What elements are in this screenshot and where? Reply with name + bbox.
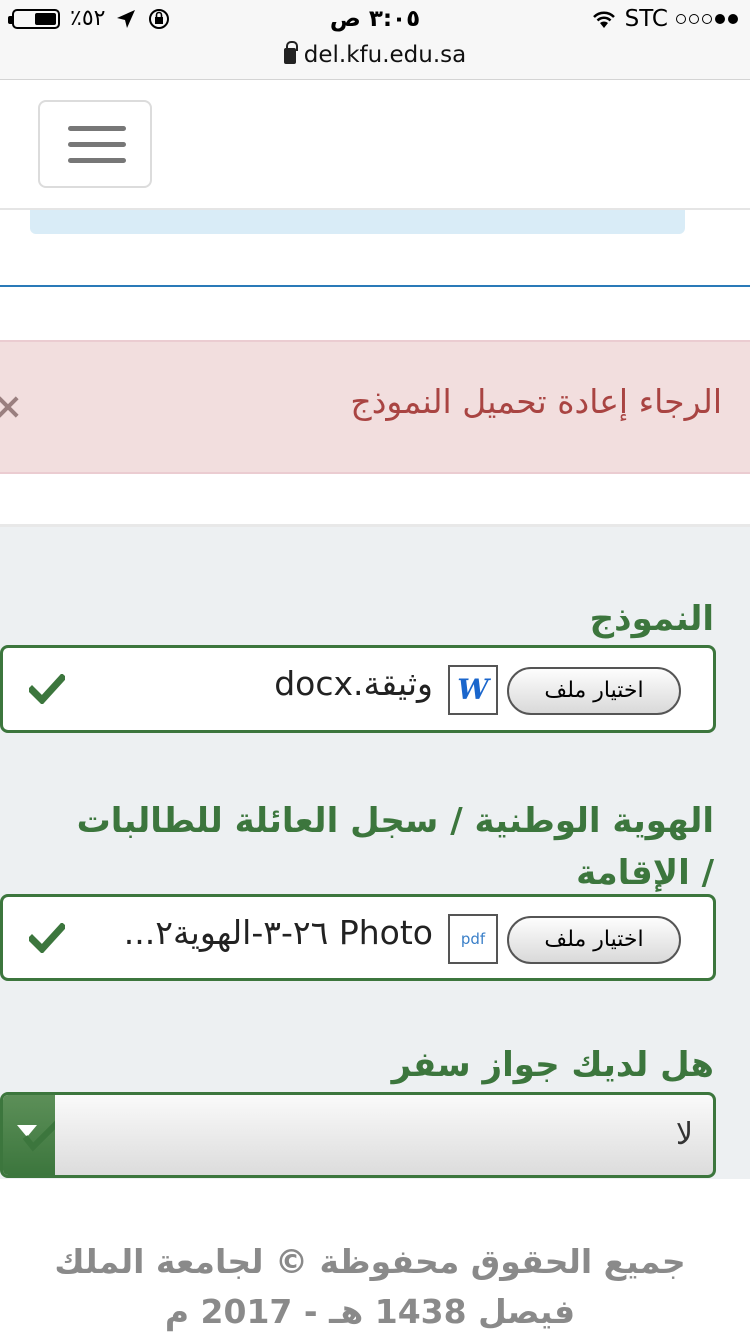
menu-line-icon — [68, 158, 126, 163]
lock-icon — [283, 41, 298, 64]
status-bar: ٪٥٢ ٣:٠٥ ص STC — [0, 0, 750, 40]
close-icon[interactable] — [0, 394, 20, 418]
error-alert: الرجاء إعادة تحميل النموذج — [0, 340, 750, 474]
hamburger-menu-button[interactable] — [38, 100, 152, 188]
word-file-icon: W — [448, 665, 498, 715]
select-value: لا — [675, 1117, 693, 1152]
url-text: del.kfu.edu.sa — [303, 42, 467, 68]
browser-url-bar[interactable]: del.kfu.edu.sa — [0, 40, 750, 80]
carrier-name: STC — [624, 6, 668, 32]
info-panel-bottom — [30, 210, 685, 234]
site-header — [0, 80, 750, 210]
menu-line-icon — [68, 126, 126, 131]
status-right: STC — [591, 6, 738, 32]
choose-file-button[interactable]: اختيار ملف — [507, 916, 681, 964]
dropdown-arrow[interactable] — [3, 1095, 64, 1175]
site-footer: جميع الحقوق محفوظة © لجامعة الملك فيصل 1… — [0, 1179, 750, 1334]
id-field-label: الهوية الوطنية / سجل العائلة للطالبات / … — [76, 801, 714, 893]
chevron-down-icon — [17, 1116, 64, 1152]
alert-message: الرجاء إعادة تحميل النموذج — [350, 382, 722, 421]
passport-select[interactable]: لا — [0, 1092, 716, 1178]
section-divider — [0, 285, 750, 287]
signal-strength-icon — [676, 14, 738, 24]
selected-file-name: Photo ٢٦-٣-الهوية٢... — [123, 913, 433, 952]
wifi-icon — [592, 11, 615, 28]
selected-file-name: وثيقة.docx — [274, 664, 433, 703]
menu-line-icon — [68, 142, 126, 147]
file-upload-field[interactable]: اختيار ملف W وثيقة.docx — [0, 645, 716, 733]
upload-form: النموذج اختيار ملف W وثيقة.docx الهوية ا… — [0, 527, 750, 1179]
check-icon — [29, 923, 65, 953]
passport-question-label: هل لديك جواز سفر — [391, 1045, 714, 1085]
form-field-label: النموذج — [589, 599, 714, 639]
choose-file-button[interactable]: اختيار ملف — [507, 667, 681, 715]
url-display[interactable]: del.kfu.edu.sa — [0, 41, 750, 68]
check-icon — [29, 674, 65, 704]
file-upload-field[interactable]: اختيار ملف pdf Photo ٢٦-٣-الهوية٢... — [0, 894, 716, 981]
copyright-text: جميع الحقوق محفوظة © لجامعة الملك فيصل 1… — [54, 1242, 686, 1331]
pdf-file-icon: pdf — [448, 914, 498, 964]
